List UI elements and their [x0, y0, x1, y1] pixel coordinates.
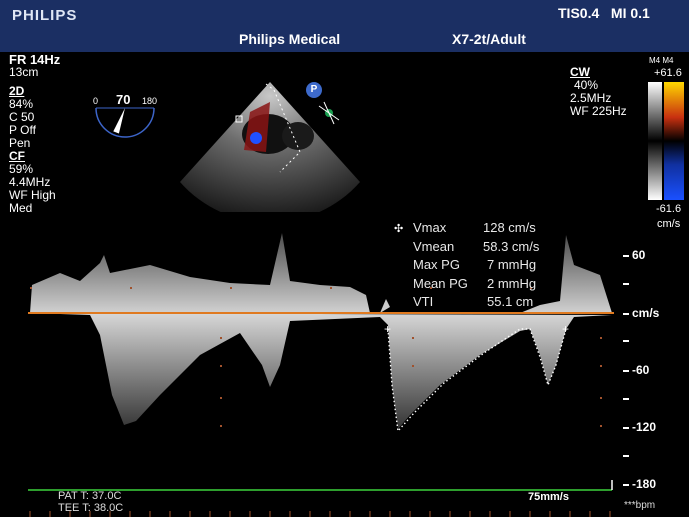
measure-max-pg: Max PG 7 mmHg: [413, 257, 537, 272]
temperature-panel: PAT T: 37.0C TEE T: 38.0C: [58, 490, 123, 514]
color-scale-top: +61.6: [654, 67, 682, 79]
measurement-cursor-icon: ✣: [394, 223, 404, 235]
cf-level: Med: [9, 201, 33, 215]
tee-temperature: TEE T: 38.0C: [58, 502, 124, 514]
measure-vti: VTI 55.1 cm: [413, 294, 534, 309]
velocity-label-60: 60: [622, 248, 646, 262]
velocity-unit: cm/s: [622, 306, 660, 320]
velocity-label-neg120: -120: [622, 420, 657, 434]
orientation-marker-icon: [318, 101, 340, 125]
measure-vmean: Vmean 58.3 cm/s: [413, 239, 540, 254]
patient-temperature: PAT T: 37.0C: [58, 490, 122, 502]
velocity-label-neg60: -60: [622, 363, 650, 377]
sweep-speed: 75mm/s: [528, 491, 569, 503]
color-scale-bottom: -61.6: [656, 203, 682, 215]
angle-dial-icon: [95, 107, 155, 138]
velocity-tick: [623, 340, 629, 342]
cw-info-panel: CW 40% 2.5MHz WF 225Hz: [570, 66, 627, 118]
doppler-spectrum: + +: [28, 233, 614, 433]
measure-vmax: Vmax 128 cm/s: [413, 220, 536, 235]
color-scale-label: M4 M4: [649, 56, 674, 65]
sector-image: [180, 82, 360, 212]
probe-preset: X7-2t/Adult: [452, 31, 526, 47]
thermal-mechanical-index: TIS0.4 MI 0.1: [558, 5, 650, 21]
heart-rate: ***bpm: [624, 500, 656, 511]
measure-mean-pg: Mean PG 2 mmHg: [413, 276, 537, 291]
left-info-panel: FR 14Hz 13cm 2D 84% C 50 P Off Pen CF 59…: [9, 53, 60, 215]
cw-wall-filter: WF 225Hz: [570, 104, 627, 118]
facility-name: Philips Medical: [239, 31, 341, 47]
color-scale-bar: [648, 82, 684, 200]
svg-text:+: +: [562, 322, 569, 336]
brand-logo: PHILIPS: [12, 7, 78, 24]
velocity-tick: [623, 283, 629, 285]
svg-text:+: +: [384, 322, 391, 336]
velocity-tick: [623, 455, 629, 457]
depth: 13cm: [9, 65, 39, 79]
velocity-tick: [623, 398, 629, 400]
probe-orientation-badge: P: [306, 82, 322, 98]
